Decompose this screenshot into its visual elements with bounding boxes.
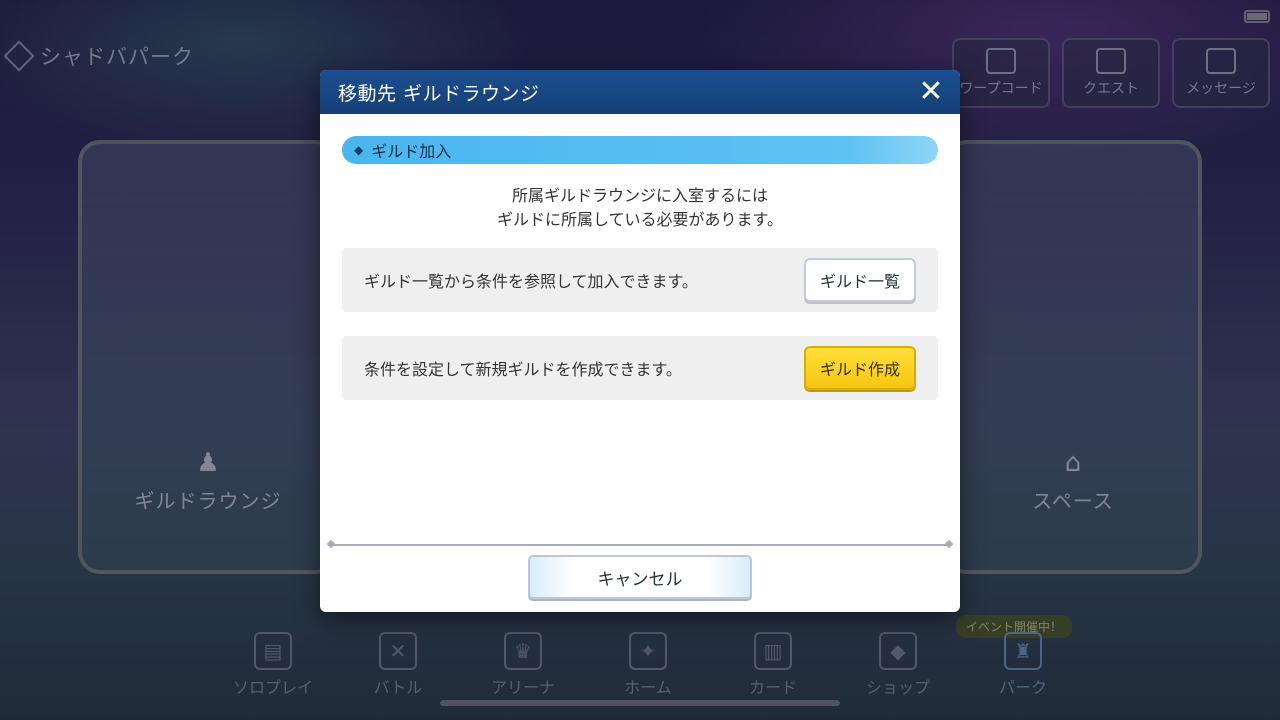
option-join-guild: ギルド一覧から条件を参照して加入できます。 ギルド一覧: [342, 248, 938, 312]
description-line-1: 所属ギルドラウンジに入室するには: [511, 186, 768, 205]
dialog-header: 移動先 ギルドラウンジ: [320, 70, 960, 114]
dialog-description: 所属ギルドラウンジに入室するには ギルドに所属している必要があります。: [320, 184, 960, 232]
close-icon[interactable]: ✕: [916, 77, 946, 107]
option-create-text: 条件を設定して新規ギルドを作成できます。: [364, 360, 682, 379]
description-line-2: ギルドに所属している必要があります。: [497, 210, 783, 229]
dialog-title: 移動先 ギルドラウンジ: [338, 82, 540, 105]
option-create-guild: 条件を設定して新規ギルドを作成できます。 ギルド作成: [342, 336, 938, 400]
create-guild-button[interactable]: ギルド作成: [804, 346, 916, 390]
guild-lounge-dialog: 移動先 ギルドラウンジ ✕ ◆ ギルド加入 所属ギルドラウンジに入室するには ギ…: [320, 70, 960, 612]
guild-list-button[interactable]: ギルド一覧: [804, 258, 916, 302]
section-title: ギルド加入: [371, 142, 452, 161]
section-header: ◆ ギルド加入: [342, 136, 938, 164]
cancel-button[interactable]: キャンセル: [528, 555, 752, 599]
diamond-bullet-icon: ◆: [354, 143, 364, 157]
option-join-text: ギルド一覧から条件を参照して加入できます。: [364, 272, 698, 291]
dialog-divider: [330, 544, 950, 546]
